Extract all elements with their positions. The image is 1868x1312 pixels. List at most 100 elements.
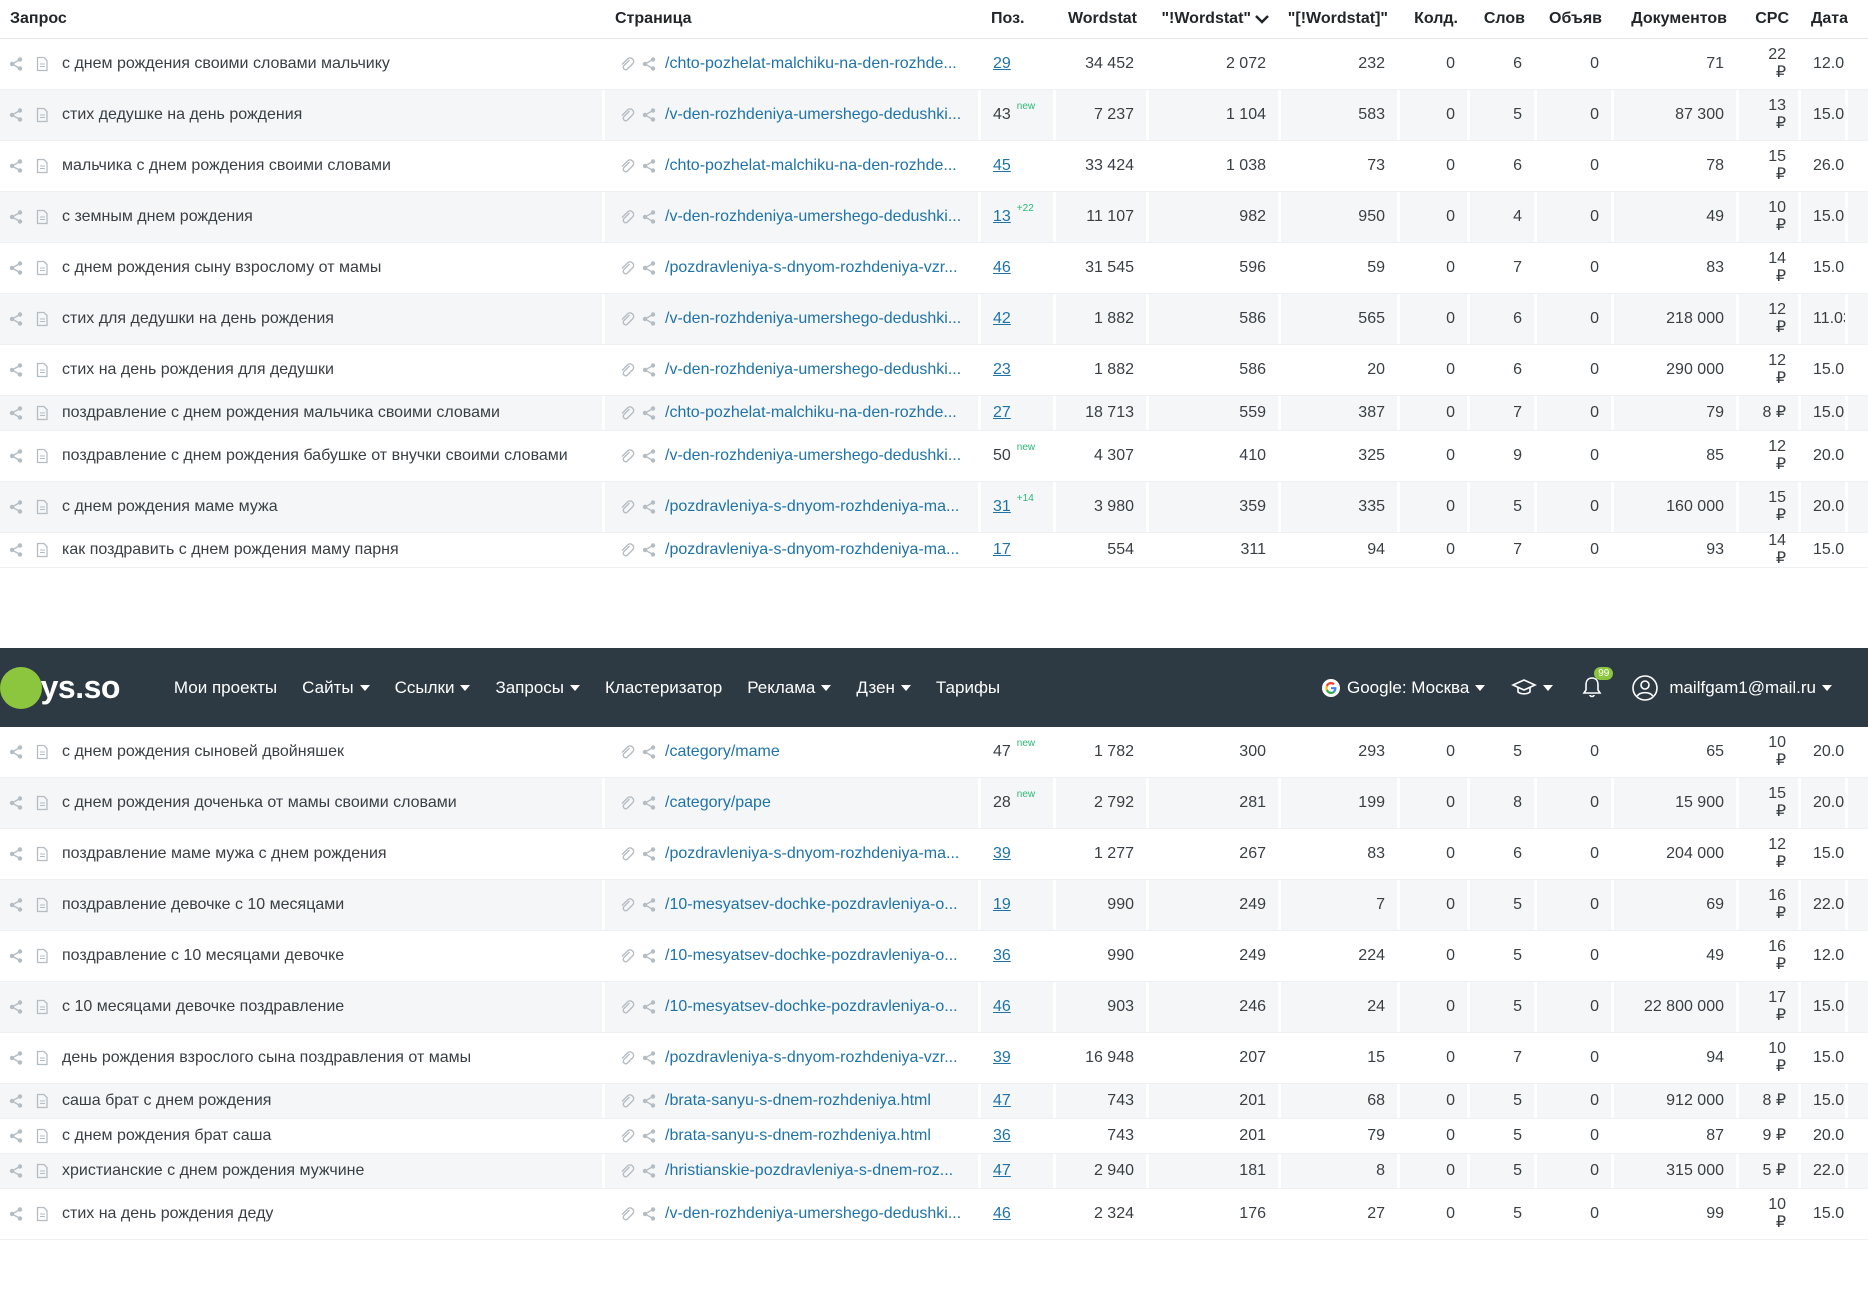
page-link[interactable]: /brata-sanyu-s-dnem-rozhdeniya.html (665, 1092, 931, 1110)
nav-item-2[interactable]: Ссылки (395, 678, 471, 698)
paperclip-icon[interactable] (617, 207, 637, 227)
share-icon[interactable] (6, 54, 26, 74)
column-header-competition[interactable]: Колд. (1400, 0, 1470, 38)
position-value[interactable]: 36 (993, 1127, 1011, 1145)
share-icon[interactable] (6, 1126, 26, 1146)
paperclip-icon[interactable] (617, 446, 637, 466)
share-icon[interactable] (6, 309, 26, 329)
document-icon[interactable] (32, 403, 52, 423)
nav-item-1[interactable]: Сайты (302, 678, 370, 698)
page-link[interactable]: /hristianskie-pozdravleniya-s-dnem-roz..… (665, 1162, 953, 1180)
column-header-date[interactable]: Дата (1801, 0, 1848, 38)
share-icon[interactable] (6, 1048, 26, 1068)
paperclip-icon[interactable] (617, 105, 637, 125)
column-header-documents[interactable]: Документов (1614, 0, 1739, 38)
document-icon[interactable] (32, 1204, 52, 1224)
page-link[interactable]: /category/pape (665, 794, 771, 812)
page-link[interactable]: /v-den-rozhdeniya-umershego-dedushki... (665, 208, 961, 226)
position-value[interactable]: 46 (993, 259, 1011, 277)
share-icon[interactable] (639, 1204, 659, 1224)
share-icon[interactable] (639, 1161, 659, 1181)
page-link[interactable]: /v-den-rozhdeniya-umershego-dedushki... (665, 447, 961, 465)
share-icon[interactable] (6, 1091, 26, 1111)
position-value[interactable]: 17 (993, 541, 1011, 559)
paperclip-icon[interactable] (617, 1126, 637, 1146)
position-value[interactable]: 47 (993, 1092, 1011, 1110)
page-link[interactable]: /chto-pozhelat-malchiku-na-den-rozhde... (665, 404, 957, 422)
share-icon[interactable] (6, 105, 26, 125)
share-icon[interactable] (6, 258, 26, 278)
position-value[interactable]: 19 (993, 896, 1011, 914)
share-icon[interactable] (6, 895, 26, 915)
position-value[interactable]: 46 (993, 998, 1011, 1016)
document-icon[interactable] (32, 997, 52, 1017)
share-icon[interactable] (6, 793, 26, 813)
page-link[interactable]: /10-mesyatsev-dochke-pozdravleniya-o... (665, 896, 958, 914)
page-link[interactable]: /v-den-rozhdeniya-umershego-dedushki... (665, 361, 961, 379)
share-icon[interactable] (639, 793, 659, 813)
share-icon[interactable] (639, 540, 659, 560)
paperclip-icon[interactable] (617, 742, 637, 762)
share-icon[interactable] (639, 360, 659, 380)
document-icon[interactable] (32, 207, 52, 227)
paperclip-icon[interactable] (617, 156, 637, 176)
document-icon[interactable] (32, 309, 52, 329)
column-header-ads[interactable]: Объяв (1537, 0, 1614, 38)
share-icon[interactable] (639, 742, 659, 762)
share-icon[interactable] (6, 497, 26, 517)
document-icon[interactable] (32, 54, 52, 74)
share-icon[interactable] (639, 309, 659, 329)
position-value[interactable]: 36 (993, 947, 1011, 965)
share-icon[interactable] (639, 1091, 659, 1111)
paperclip-icon[interactable] (617, 895, 637, 915)
paperclip-icon[interactable] (617, 1161, 637, 1181)
document-icon[interactable] (32, 742, 52, 762)
document-icon[interactable] (32, 446, 52, 466)
user-menu[interactable]: mailfgam1@mail.ru (1631, 674, 1832, 702)
share-icon[interactable] (6, 1204, 26, 1224)
page-link[interactable]: /chto-pozhelat-malchiku-na-den-rozhde... (665, 157, 957, 175)
position-value[interactable]: 27 (993, 404, 1011, 422)
column-header-page[interactable]: Страница (605, 0, 981, 38)
region-selector[interactable]: Google: Москва (1321, 678, 1486, 698)
document-icon[interactable] (32, 895, 52, 915)
page-link[interactable]: /pozdravleniya-s-dnyom-rozhdeniya-vzr... (665, 1049, 958, 1067)
page-link[interactable]: /pozdravleniya-s-dnyom-rozhdeniya-ma... (665, 498, 959, 516)
share-icon[interactable] (6, 844, 26, 864)
share-icon[interactable] (639, 895, 659, 915)
share-icon[interactable] (6, 997, 26, 1017)
position-value[interactable]: 13 (993, 208, 1011, 226)
position-value[interactable]: 29 (993, 55, 1011, 73)
column-header-pos[interactable]: Поз. (981, 0, 1056, 38)
share-icon[interactable] (639, 1048, 659, 1068)
paperclip-icon[interactable] (617, 403, 637, 423)
page-link[interactable]: /category/mame (665, 743, 780, 761)
share-icon[interactable] (639, 1126, 659, 1146)
page-link[interactable]: /pozdravleniya-s-dnyom-rozhdeniya-ma... (665, 845, 959, 863)
position-value[interactable]: 39 (993, 1049, 1011, 1067)
share-icon[interactable] (639, 946, 659, 966)
share-icon[interactable] (639, 497, 659, 517)
paperclip-icon[interactable] (617, 844, 637, 864)
paperclip-icon[interactable] (617, 54, 637, 74)
nav-item-7[interactable]: Тарифы (936, 678, 1000, 698)
document-icon[interactable] (32, 258, 52, 278)
document-icon[interactable] (32, 360, 52, 380)
paperclip-icon[interactable] (617, 540, 637, 560)
share-icon[interactable] (639, 258, 659, 278)
share-icon[interactable] (6, 446, 26, 466)
column-header-cpc[interactable]: CPC (1739, 0, 1801, 38)
share-icon[interactable] (639, 207, 659, 227)
share-icon[interactable] (639, 446, 659, 466)
document-icon[interactable] (32, 1161, 52, 1181)
share-icon[interactable] (639, 105, 659, 125)
column-header-quoted-wordstat[interactable]: "!Wordstat" (1149, 0, 1281, 38)
page-link[interactable]: /pozdravleniya-s-dnyom-rozhdeniya-vzr... (665, 259, 958, 277)
page-link[interactable]: /10-mesyatsev-dochke-pozdravleniya-o... (665, 947, 958, 965)
page-link[interactable]: /v-den-rozhdeniya-umershego-dedushki... (665, 1205, 961, 1223)
position-value[interactable]: 42 (993, 310, 1011, 328)
nav-item-4[interactable]: Кластеризатор (605, 678, 722, 698)
share-icon[interactable] (639, 997, 659, 1017)
share-icon[interactable] (6, 742, 26, 762)
nav-item-5[interactable]: Реклама (747, 678, 832, 698)
